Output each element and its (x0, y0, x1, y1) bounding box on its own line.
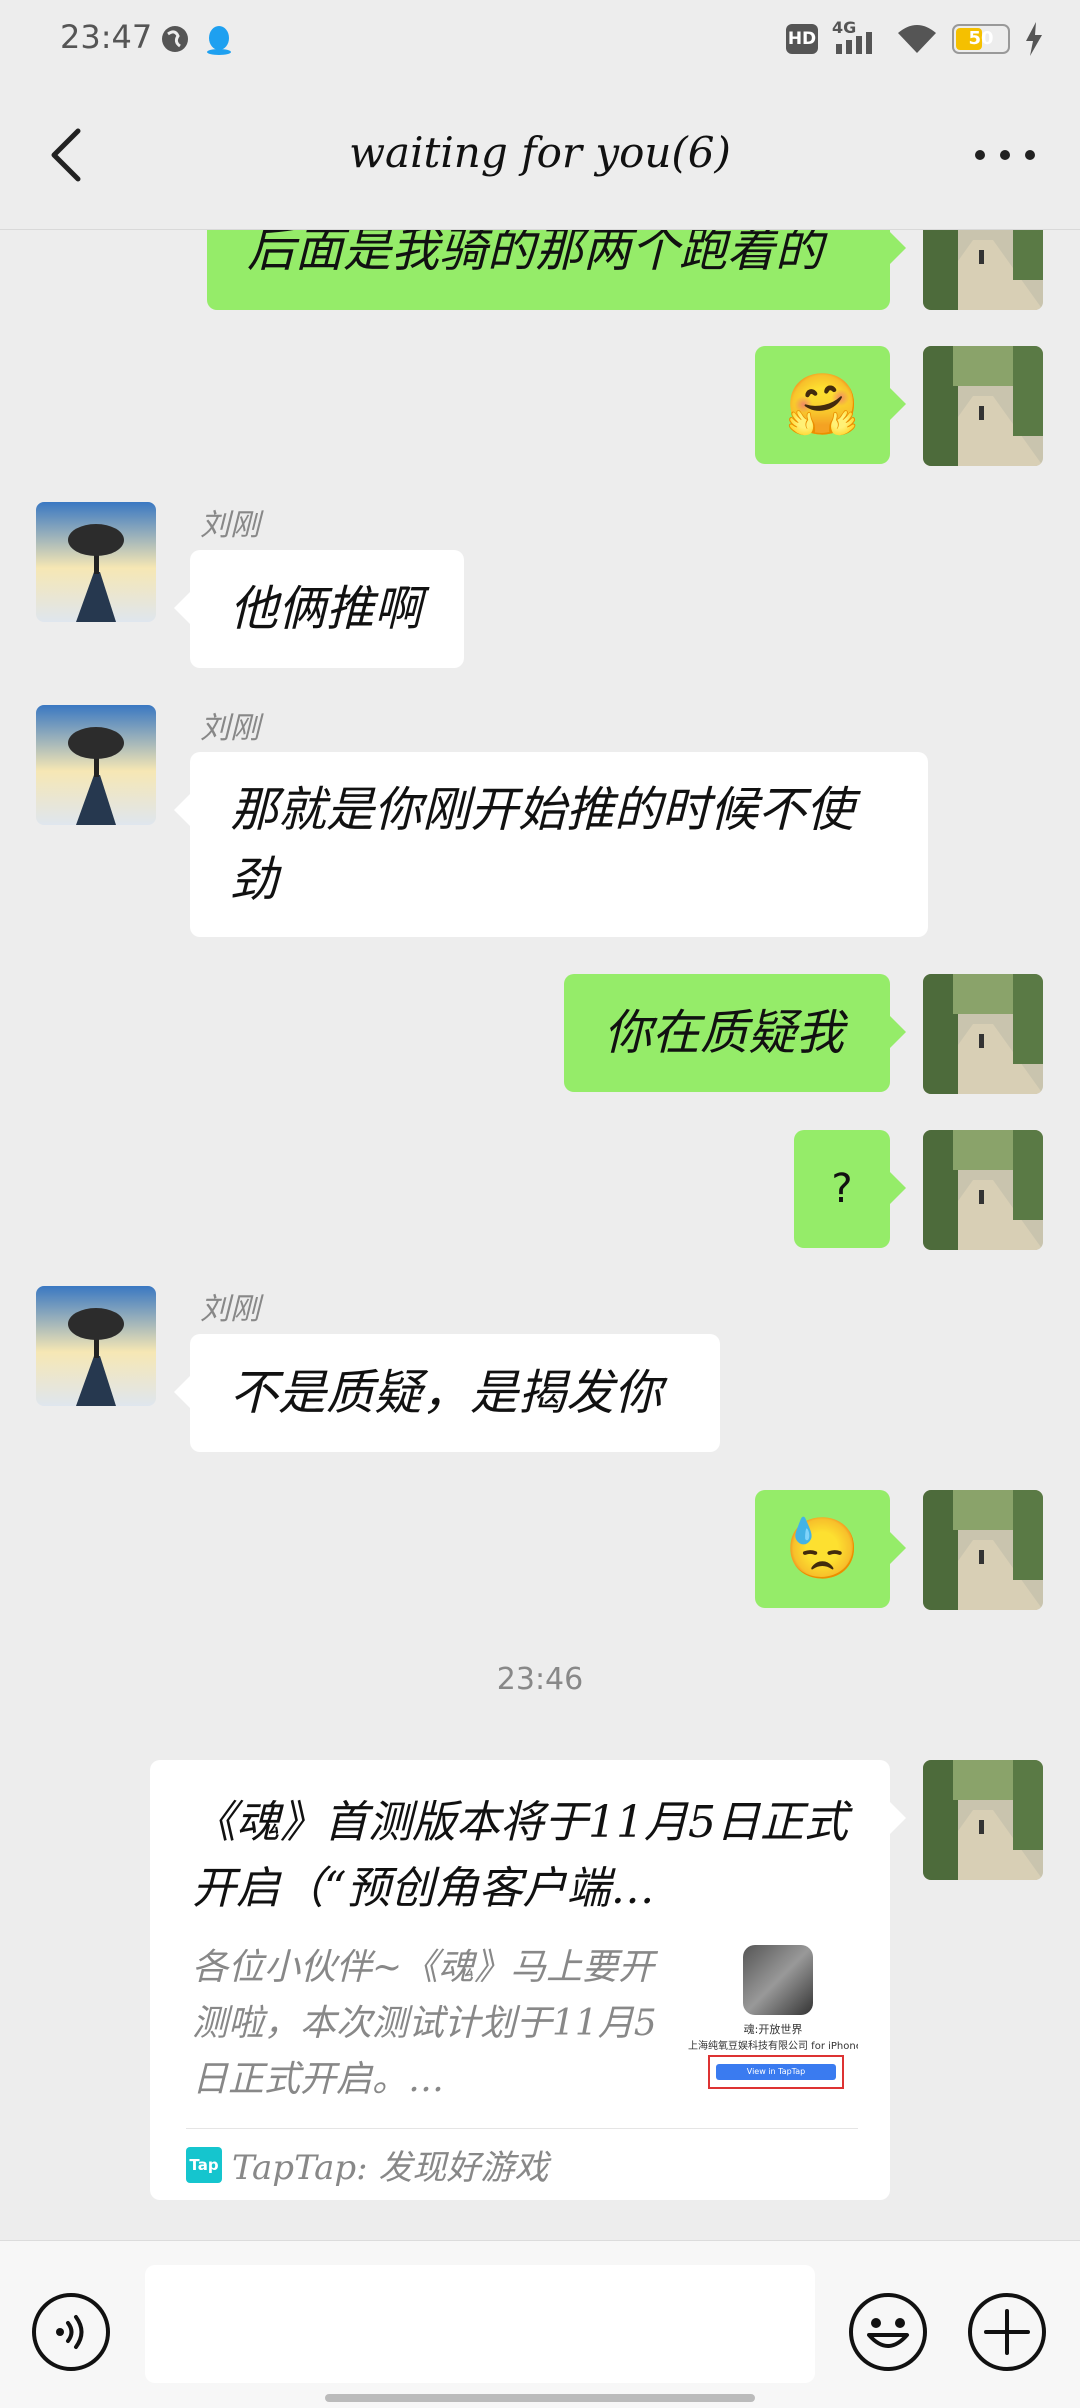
message-bubble[interactable]: ? (794, 1130, 906, 1248)
link-card[interactable]: 《魂》首测版本将于11月5日正式开启（“预创角客户端… 各位小伙伴~《魂》马上要… (150, 1760, 906, 2200)
contact-avatar[interactable] (36, 1286, 156, 1406)
my-avatar[interactable] (923, 1490, 1043, 1610)
message-bubble[interactable]: 那就是你刚开始推的时候不使劲 (174, 752, 928, 937)
charging-icon (1026, 22, 1042, 56)
hd-badge: HD (786, 24, 818, 54)
link-card-source: Tap TapTap: 发现好游戏 (186, 2140, 548, 2189)
home-indicator[interactable] (325, 2394, 755, 2402)
my-avatar[interactable] (923, 974, 1043, 1094)
message-timestamp: 23:46 (496, 1662, 584, 1697)
message-input[interactable] (145, 2265, 815, 2383)
thumb-button-frame: View in TapTap (708, 2055, 844, 2089)
link-card-description: 各位小伙伴~《魂》马上要开测啦，本次测试计划于11月5日正式开启。… (192, 1947, 657, 2100)
qq-icon (207, 26, 231, 55)
my-avatar[interactable] (923, 230, 1043, 310)
thumb-company: 上海纯氧豆娱科技有限公司 for iPhone (688, 2041, 858, 2052)
signal-icon: 4G (832, 18, 882, 56)
input-bar (0, 2240, 1080, 2408)
message-bubble[interactable]: 不是质疑，是揭发你 (174, 1334, 720, 1452)
wifi-icon (898, 25, 936, 53)
my-avatar[interactable] (923, 346, 1043, 466)
status-time: 23:47 (60, 18, 153, 56)
message-bubble[interactable]: 🤗 (755, 346, 906, 464)
message-bubble[interactable]: 后面是我骑的那两个跑着的 (207, 230, 906, 310)
link-card-title: 《魂》首测版本将于11月5日正式开启（“预创角客户端… (192, 1797, 848, 1914)
game-logo-icon (743, 1945, 813, 2015)
emoji-icon[interactable] (847, 2291, 929, 2373)
more-icon[interactable] (970, 140, 1040, 170)
taptap-logo-icon: Tap (186, 2146, 222, 2183)
thumb-button: View in TapTap (716, 2064, 836, 2080)
contact-avatar[interactable] (36, 502, 156, 622)
source-label: TapTap: 发现好游戏 (232, 2148, 549, 2188)
thumb-app-name: 魂:开放世界 (743, 2023, 803, 2036)
link-card-thumbnail: 魂:开放世界 上海纯氧豆娱科技有限公司 for iPhone View in T… (688, 1945, 858, 2095)
chat-header: waiting for you(6) (0, 80, 1080, 230)
sender-name: 刘刚 (200, 711, 260, 746)
contact-avatar[interactable] (36, 705, 156, 825)
my-avatar[interactable] (923, 1760, 1043, 1880)
sender-name: 刘刚 (200, 1292, 260, 1327)
sender-name: 刘刚 (200, 508, 260, 543)
message-bubble[interactable]: 😓 (755, 1490, 906, 1608)
message-bubble[interactable]: 他俩推啊 (174, 550, 464, 668)
globe-icon (162, 26, 188, 52)
chat-messages[interactable]: 后面是我骑的那两个跑着的 🤗 刘刚 他俩推啊 刘刚 那就是你刚开始推的时候不使劲… (0, 230, 1080, 2240)
battery-icon: 50 (952, 24, 1010, 54)
status-bar: 23:47 HD 4G 50 (0, 0, 1080, 80)
message-bubble[interactable]: 你在质疑我 (564, 974, 906, 1092)
chat-title: waiting for you(6) (349, 128, 731, 177)
card-divider (186, 2128, 858, 2129)
plus-icon[interactable] (966, 2291, 1048, 2373)
voice-icon[interactable] (30, 2291, 112, 2373)
my-avatar[interactable] (923, 1130, 1043, 1250)
